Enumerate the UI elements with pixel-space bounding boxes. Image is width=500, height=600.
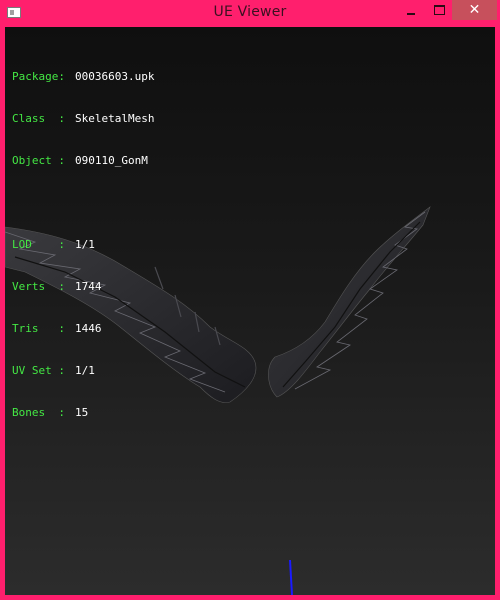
info-verts: Verts :1744	[12, 280, 102, 293]
info-package: Package: 00036603.upk	[12, 70, 155, 83]
maximize-icon	[433, 5, 445, 15]
info-uvset: UV Set :1/1	[12, 364, 95, 377]
app-window: UE Viewer ✕ Package: 00036603.upk Class …	[0, 0, 500, 600]
info-bones: Bones :15	[12, 406, 89, 419]
info-class: Class : SkeletalMesh	[12, 112, 155, 125]
info-object: Object :090110_GonM	[12, 154, 148, 167]
info-lod: LOD :1/1	[12, 238, 95, 251]
minimize-button[interactable]	[397, 0, 425, 20]
close-icon: ✕	[468, 2, 481, 18]
right-wing-shape	[268, 206, 431, 398]
info-tris: Tris :1446	[12, 322, 102, 335]
title-bar[interactable]: UE Viewer ✕	[0, 0, 500, 26]
mesh-info-panel: Package: 00036603.upk Class : SkeletalMesh…	[12, 42, 154, 448]
close-button[interactable]: ✕	[452, 0, 497, 20]
minimize-icon	[407, 13, 415, 15]
axis-line	[289, 559, 293, 595]
3d-viewport[interactable]: Package: 00036603.upk Class : SkeletalMesh…	[5, 27, 495, 595]
maximize-button[interactable]	[425, 0, 453, 20]
